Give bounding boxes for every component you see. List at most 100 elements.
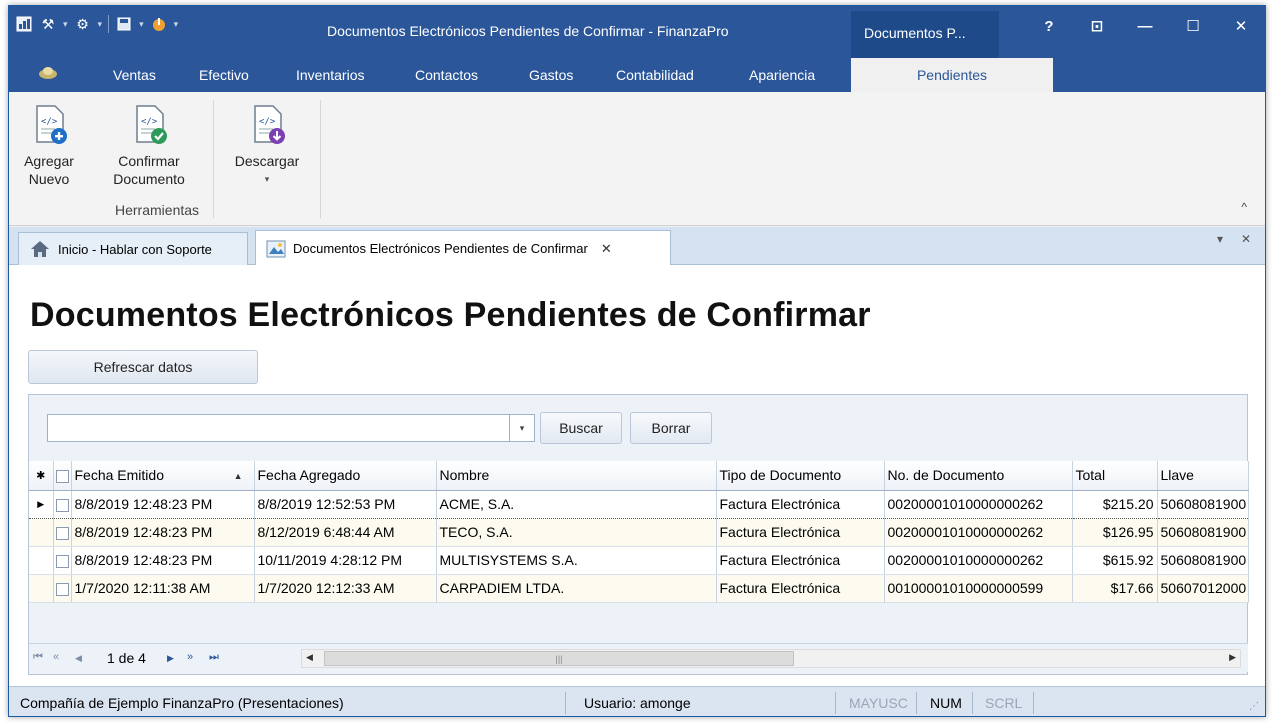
grid-panel: ▾ Buscar Borrar ✱ Fecha Emitido ▲ Fecha A… bbox=[28, 394, 1249, 675]
resize-grip-icon[interactable]: ⋰ bbox=[1249, 701, 1259, 712]
add-document-icon: </> bbox=[36, 105, 67, 144]
minimize-button[interactable]: — bbox=[1121, 6, 1169, 46]
column-fecha-emitido[interactable]: Fecha Emitido ▲ bbox=[71, 461, 255, 491]
tab-inicio[interactable]: Inicio - Hablar con Soporte bbox=[18, 232, 248, 265]
row-checkbox[interactable] bbox=[53, 546, 72, 575]
status-mayusc: MAYUSC bbox=[849, 695, 908, 711]
tab-label: Inicio - Hablar con Soporte bbox=[58, 241, 212, 257]
close-tab-icon[interactable]: ✕ bbox=[601, 241, 612, 257]
maximize-button[interactable]: ☐ bbox=[1169, 6, 1217, 46]
column-no-documento[interactable]: No. de Documento bbox=[884, 461, 1073, 491]
select-all-checkbox[interactable] bbox=[53, 461, 72, 491]
scroll-left-icon[interactable]: ◀ bbox=[306, 652, 313, 663]
save-icon[interactable] bbox=[115, 15, 133, 33]
tab-list-dropdown-icon[interactable]: ▾ bbox=[1217, 232, 1223, 246]
header-marker: ✱ bbox=[29, 461, 54, 491]
first-page-icon[interactable]: ⏮ bbox=[33, 651, 43, 664]
ribbon-display-button[interactable]: ⊡ bbox=[1073, 6, 1121, 46]
app-icon[interactable] bbox=[15, 15, 33, 33]
help-button[interactable]: ? bbox=[1025, 6, 1073, 46]
app-menu-icon bbox=[39, 67, 57, 79]
home-icon bbox=[31, 241, 49, 257]
tab-efectivo[interactable]: Efectivo bbox=[199, 67, 249, 83]
ribbon-separator bbox=[320, 100, 321, 218]
scroll-right-icon[interactable]: ▶ bbox=[1229, 652, 1236, 663]
ribbon-group-label: Herramientas bbox=[115, 202, 200, 218]
status-num: NUM bbox=[930, 695, 962, 711]
svg-text:</>: </> bbox=[141, 117, 158, 127]
chevron-down-icon: ▾ bbox=[264, 174, 270, 184]
close-button[interactable]: ✕ bbox=[1217, 6, 1265, 46]
file-menu-button[interactable] bbox=[33, 60, 63, 84]
search-dropdown-icon[interactable]: ▾ bbox=[509, 414, 535, 442]
previous-page-icon[interactable]: ◀ bbox=[75, 653, 82, 664]
column-total[interactable]: Total bbox=[1072, 461, 1158, 491]
quick-access-toolbar: ⚒ ▾ ⚙ ▾ ▾ ▾ bbox=[15, 14, 178, 34]
borrar-button[interactable]: Borrar bbox=[630, 412, 712, 444]
table-header-row: ✱ Fecha Emitido ▲ Fecha Agregado Nombre T… bbox=[29, 461, 1249, 491]
tab-pendientes[interactable]: Pendientes bbox=[851, 58, 1053, 92]
buscar-button[interactable]: Buscar bbox=[540, 412, 622, 444]
search-input[interactable] bbox=[47, 414, 535, 442]
tab-contactos[interactable]: Contactos bbox=[415, 67, 478, 83]
horizontal-scrollbar[interactable]: ◀ ||| ▶ bbox=[301, 649, 1241, 668]
app-window: ⚒ ▾ ⚙ ▾ ▾ ▾ Documentos Electrónicos Pend… bbox=[8, 5, 1266, 717]
agregar-nuevo-button[interactable]: </> Agregar Nuevo bbox=[19, 102, 79, 188]
tab-gastos[interactable]: Gastos bbox=[529, 67, 573, 83]
context-tab-title: Documentos P... bbox=[851, 11, 999, 58]
title-bar: ⚒ ▾ ⚙ ▾ ▾ ▾ Documentos Electrónicos Pend… bbox=[9, 6, 1265, 58]
gear-icon[interactable]: ⚙ bbox=[74, 15, 92, 33]
tab-inventarios[interactable]: Inventarios bbox=[296, 67, 364, 83]
column-llave[interactable]: Llave bbox=[1157, 461, 1249, 491]
customize-qat-icon[interactable]: ▾ bbox=[174, 19, 179, 30]
column-tipo-documento[interactable]: Tipo de Documento bbox=[716, 461, 885, 491]
download-document-icon: </> bbox=[254, 105, 285, 144]
row-checkbox[interactable] bbox=[53, 518, 72, 547]
descargar-button[interactable]: </> Descargar ▾ bbox=[227, 102, 307, 188]
close-document-icon[interactable]: ✕ bbox=[1241, 232, 1251, 246]
table-row[interactable]: 1/7/2020 12:11:38 AM 1/7/2020 12:12:33 A… bbox=[29, 574, 1249, 603]
svg-text:</>: </> bbox=[259, 117, 276, 127]
main-content: Documentos Electrónicos Pendientes de Co… bbox=[9, 265, 1265, 686]
row-checkbox[interactable] bbox=[53, 574, 72, 603]
chevron-down-icon[interactable]: ▾ bbox=[98, 19, 103, 30]
status-scrl: SCRL bbox=[985, 695, 1023, 711]
chevron-down-icon[interactable]: ▾ bbox=[139, 19, 144, 30]
window-controls: ? ⊡ — ☐ ✕ bbox=[1025, 6, 1265, 46]
confirmar-documento-button[interactable]: </> Confirmar Documento bbox=[107, 102, 191, 188]
page-indicator: 1 de 4 bbox=[107, 650, 146, 666]
last-page-icon[interactable]: ⏭ bbox=[209, 651, 219, 664]
table-row[interactable]: ▶ 8/8/2019 12:48:23 PM 8/8/2019 12:52:53… bbox=[29, 490, 1249, 519]
tab-apariencia[interactable]: Apariencia bbox=[749, 67, 815, 83]
table-row[interactable]: 8/8/2019 12:48:23 PM 10/11/2019 4:28:12 … bbox=[29, 546, 1249, 575]
status-bar: Compañía de Ejemplo FinanzaPro (Presenta… bbox=[9, 686, 1265, 716]
column-nombre[interactable]: Nombre bbox=[436, 461, 717, 491]
previous-block-icon[interactable]: « bbox=[53, 651, 59, 663]
ribbon-body: </> Agregar Nuevo </> Confirmar Document… bbox=[9, 92, 1265, 226]
next-block-icon[interactable]: » bbox=[187, 651, 193, 663]
sort-ascending-icon: ▲ bbox=[233, 471, 243, 482]
table-row[interactable]: 8/8/2019 12:48:23 PM 8/12/2019 6:48:44 A… bbox=[29, 518, 1249, 547]
document-tabs: Inicio - Hablar con Soporte Documentos E… bbox=[9, 227, 1265, 266]
tab-contabilidad[interactable]: Contabilidad bbox=[616, 67, 694, 83]
tab-label: Documentos Electrónicos Pendientes de Co… bbox=[293, 241, 588, 256]
tab-ventas[interactable]: Ventas bbox=[113, 67, 156, 83]
status-user: Usuario: amonge bbox=[584, 695, 691, 711]
grid-pager: ⏮ « ◀ 1 de 4 ▶ » ⏭ ◀ ||| ▶ bbox=[29, 643, 1248, 672]
confirm-document-icon: </> bbox=[136, 105, 167, 144]
document-image-icon bbox=[266, 240, 286, 257]
next-page-icon[interactable]: ▶ bbox=[167, 653, 174, 664]
tab-documentos-pendientes[interactable]: Documentos Electrónicos Pendientes de Co… bbox=[255, 230, 671, 266]
row-checkbox[interactable] bbox=[53, 490, 72, 519]
status-company: Compañía de Ejemplo FinanzaPro (Presenta… bbox=[20, 695, 344, 711]
ribbon-tabs: Ventas Efectivo Inventarios Contactos Ga… bbox=[9, 58, 1265, 92]
refresh-button[interactable]: Refrescar datos bbox=[28, 350, 258, 384]
chevron-down-icon[interactable]: ▾ bbox=[63, 19, 68, 30]
collapse-ribbon-icon[interactable]: ^ bbox=[1241, 200, 1247, 214]
svg-text:</>: </> bbox=[41, 117, 58, 127]
scroll-thumb[interactable]: ||| bbox=[324, 651, 794, 666]
page-title: Documentos Electrónicos Pendientes de Co… bbox=[30, 296, 871, 334]
tools-icon[interactable]: ⚒ bbox=[39, 15, 57, 33]
column-fecha-agregado[interactable]: Fecha Agregado bbox=[254, 461, 437, 491]
touch-icon[interactable] bbox=[150, 15, 168, 33]
